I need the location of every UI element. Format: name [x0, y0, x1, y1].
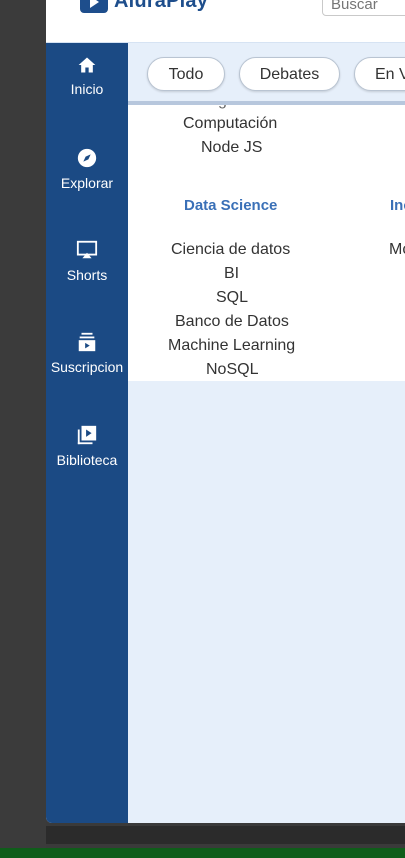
sidebar-item-label: Explorar: [60, 175, 114, 191]
category-link[interactable]: Mc: [389, 241, 405, 259]
top-header: AluraPlay: [46, 0, 405, 43]
home-icon: [78, 57, 96, 73]
category-link[interactable]: Banco de Datos: [175, 313, 289, 331]
categories-panel: g Computación Node JS Data Science Cienc…: [128, 105, 405, 381]
sidebar-item-explorar[interactable]: Explorar: [46, 147, 128, 191]
sidebar: Inicio Explorar Shorts Suscripcion Bibli…: [46, 43, 128, 823]
subscriptions-icon: [78, 332, 96, 352]
category-title: Data Science: [184, 197, 278, 214]
play-logo-icon: [80, 0, 108, 13]
window-bottom-bar: [46, 826, 405, 844]
category-link[interactable]: Computación: [183, 115, 277, 133]
sidebar-item-suscripcion[interactable]: Suscripcion: [46, 331, 128, 375]
app-window: AluraPlay Inicio Explorar Shorts: [46, 0, 405, 823]
chip-debates[interactable]: Debates: [239, 57, 340, 91]
chip-en-vivo[interactable]: En V: [354, 57, 405, 91]
brand-name: AluraPlay: [114, 0, 209, 12]
sidebar-item-label: Inicio: [70, 81, 104, 97]
sidebar-item-label: Suscripcion: [50, 359, 124, 375]
filter-chips-bar: Todo Debates En V: [128, 43, 405, 105]
chip-todo[interactable]: Todo: [147, 57, 225, 91]
sidebar-item-label: Biblioteca: [56, 452, 118, 468]
category-link[interactable]: Machine Learning: [168, 337, 295, 355]
sidebar-item-biblioteca[interactable]: Biblioteca: [46, 424, 128, 468]
sidebar-item-label: Shorts: [66, 267, 108, 283]
category-title: Inc: [390, 197, 405, 214]
library-icon: [77, 425, 97, 445]
compass-icon: [77, 148, 97, 168]
clipped-item: g: [218, 105, 227, 110]
search-input[interactable]: [322, 0, 405, 16]
category-link[interactable]: BI: [224, 265, 239, 283]
category-link[interactable]: SQL: [216, 289, 248, 307]
category-link[interactable]: Node JS: [201, 139, 262, 157]
logo[interactable]: AluraPlay: [80, 0, 208, 13]
airplay-icon: [76, 240, 98, 259]
desktop-left-edge: [0, 0, 46, 858]
category-link[interactable]: Ciencia de datos: [171, 241, 290, 259]
category-link[interactable]: NoSQL: [206, 361, 258, 379]
sidebar-item-shorts[interactable]: Shorts: [46, 239, 128, 283]
sidebar-item-inicio[interactable]: Inicio: [46, 55, 128, 97]
taskbar-strip: [0, 848, 405, 858]
